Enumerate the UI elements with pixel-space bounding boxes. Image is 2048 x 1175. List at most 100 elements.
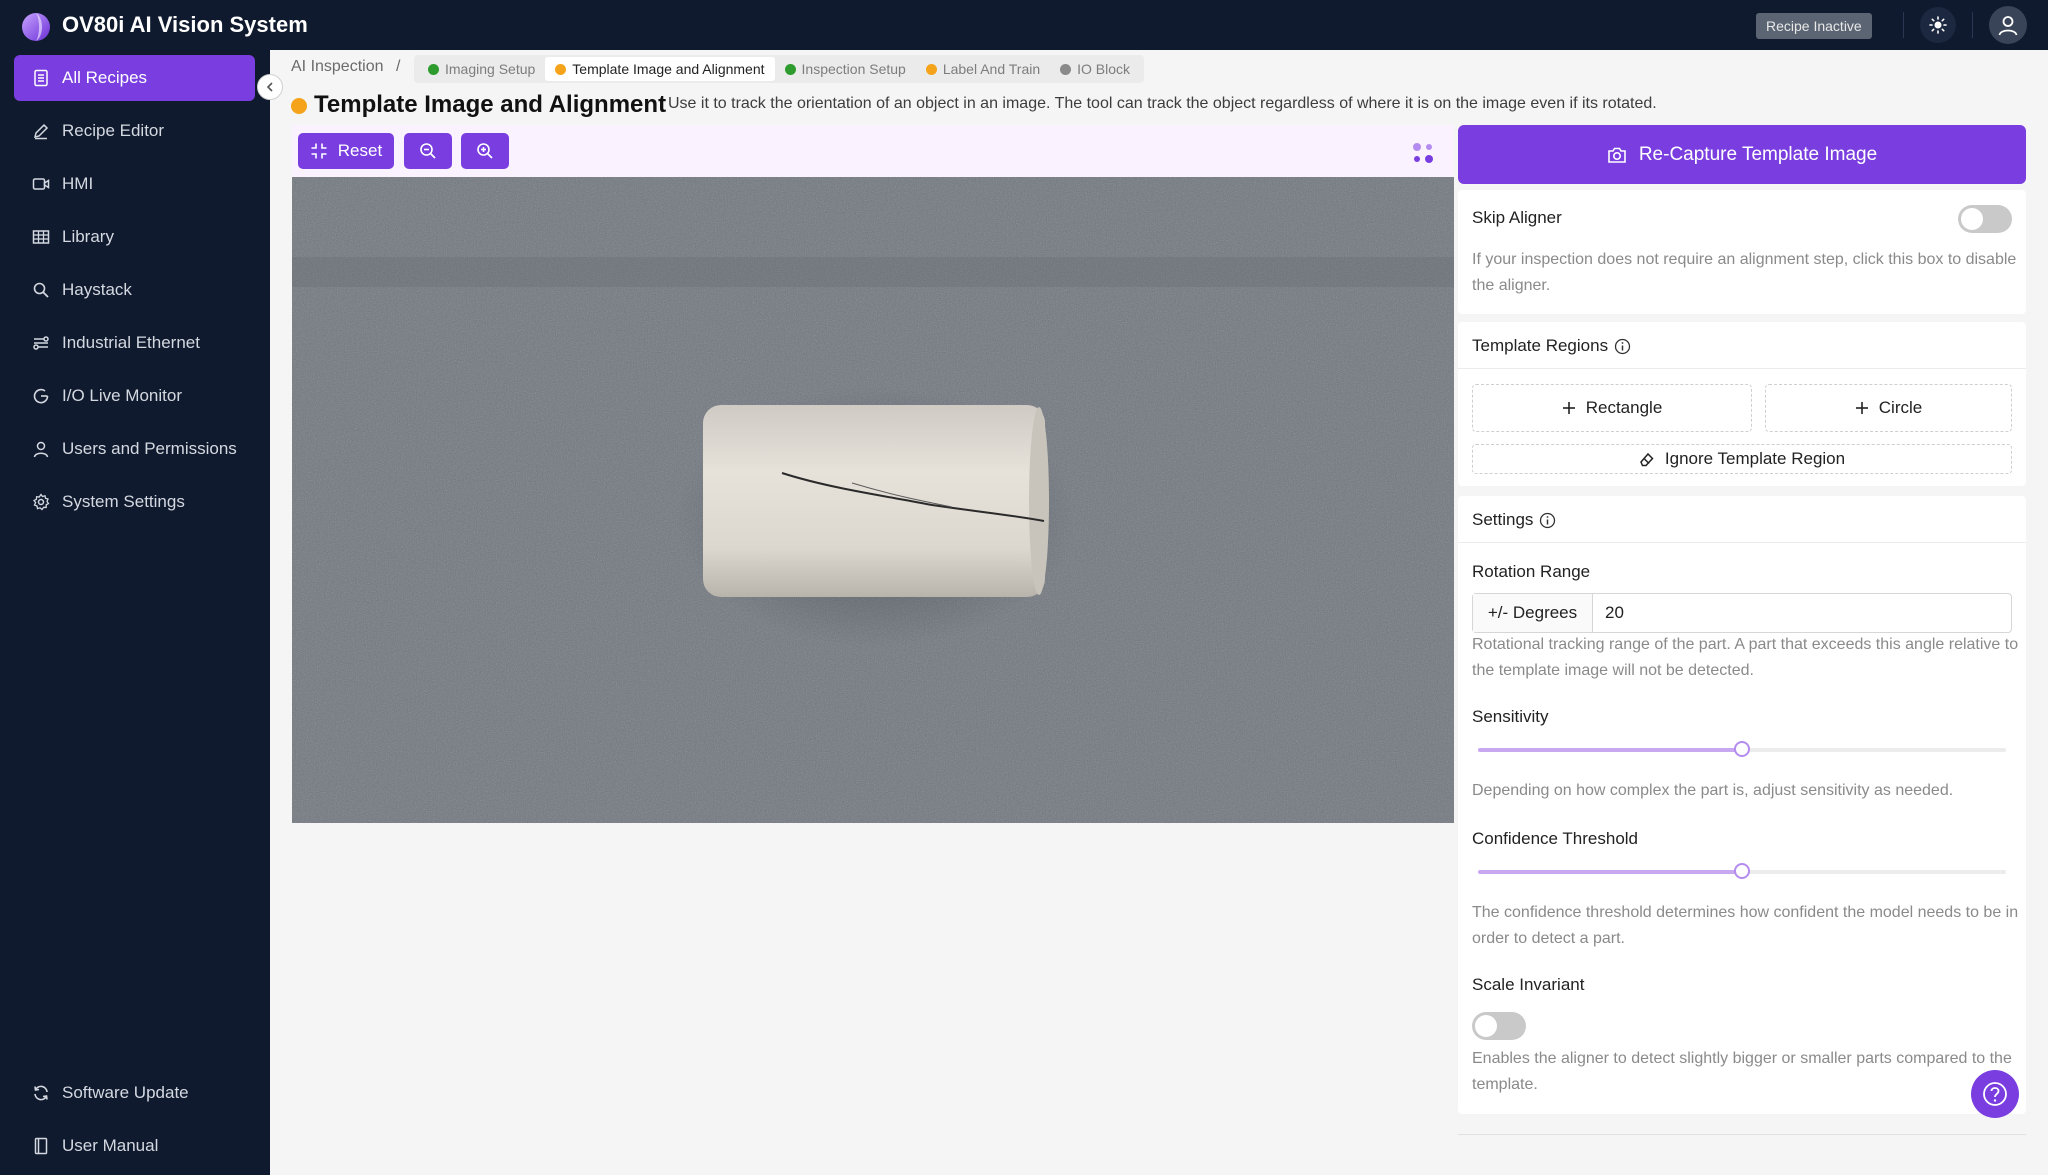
add-circle-button[interactable]: Circle [1765,384,2012,432]
tab-inspection-setup[interactable]: Inspection Setup [775,57,916,81]
sidebar-item-industrial-ethernet[interactable]: Industrial Ethernet [14,320,255,366]
rotation-range-help: Rotational tracking range of the part. A… [1472,636,2019,679]
sidebar-item-label: Software Update [62,1083,189,1102]
dots-icon[interactable] [1410,140,1436,166]
sidebar-collapse-button[interactable] [257,74,283,100]
slider-thumb[interactable] [1734,741,1750,757]
sensitivity-slider[interactable] [1478,741,2006,757]
app-title: OV80i AI Vision System [62,12,308,37]
tab-label: IO Block [1077,61,1131,77]
rotation-range-input[interactable] [1593,594,2011,632]
recipe-status-badge: Recipe Inactive [1756,13,1872,39]
zoom-in-icon [477,143,493,159]
video-icon [32,178,50,190]
page-title: Template Image and Alignment [314,91,667,118]
ignore-template-region-button[interactable]: Ignore Template Region [1472,444,2012,474]
tab-io-block[interactable]: IO Block [1050,57,1140,81]
plus-icon [1855,402,1868,414]
add-rectangle-button[interactable]: Rectangle [1472,384,1752,432]
refresh-icon [34,1085,48,1101]
tab-imaging-setup[interactable]: Imaging Setup [418,57,545,81]
sidebar-item-label: All Recipes [62,68,148,87]
gear-icon [33,493,50,511]
scale-invariant-label: Scale Invariant [1472,975,1585,994]
recapture-template-button[interactable]: Re-Capture Template Image [1458,125,2026,184]
template-image-canvas[interactable] [292,177,1454,823]
breadcrumb-root[interactable]: AI Inspection [291,58,384,75]
sidebar-item-system-settings[interactable]: System Settings [14,479,255,525]
tab-label: Label And Train [942,61,1041,77]
compress-icon [311,143,327,159]
status-dot [784,63,796,75]
settings-title: Settings [1472,510,1534,529]
tab-template-image-and-alignment[interactable]: Template Image and Alignment [545,57,775,81]
info-icon[interactable] [1614,338,1631,355]
degrees-addon: +/- Degrees [1473,594,1593,632]
info-icon[interactable] [1539,512,1556,529]
divider [1458,542,2026,543]
pencil-icon [33,123,49,140]
circle-label: Circle [1878,398,1923,417]
sidebar-item-users-and-permissions[interactable]: Users and Permissions [14,426,255,472]
zoom-in-button[interactable] [461,133,509,169]
user-icon [1998,16,2018,36]
settings-card: Settings Rotation Range +/- Degrees Rota… [1458,496,2026,1114]
sidebar-item-label: HMI [62,174,94,193]
confidence-threshold-label: Confidence Threshold [1472,829,1639,848]
question-icon [1983,1082,2007,1106]
theme-toggle-button[interactable] [1920,7,1956,43]
status-dot [1060,63,1072,75]
skip-aligner-help: If your inspection does not require an a… [1472,251,2017,294]
tab-label-and-train[interactable]: Label And Train [916,57,1050,81]
skip-aligner-card: Skip Aligner If your inspection does not… [1458,190,2026,314]
book-icon [34,1137,48,1155]
rotation-range-input-group: +/- Degrees [1472,593,2012,633]
divider [1972,12,1973,38]
breadcrumb: AI Inspection / [291,58,400,76]
sidebar-item-hmi[interactable]: HMI [14,161,255,207]
tab-label: Template Image and Alignment [572,61,765,77]
app-logo-icon [22,13,50,41]
top-bar: OV80i AI Vision System Recipe Inactive [0,0,2048,50]
divider [1458,368,2026,369]
reset-label: Reset [337,141,383,160]
sidebar-item-label: Industrial Ethernet [62,333,200,352]
user-avatar-button[interactable] [1989,6,2027,44]
scale-invariant-help: Enables the aligner to detect slightly b… [1472,1050,2012,1093]
ignore-template-region-label: Ignore Template Region [1664,449,1846,468]
reset-button[interactable]: Reset [298,133,394,169]
template-regions-title: Template Regions [1472,336,1609,355]
sidebar-item-haystack[interactable]: Haystack [14,267,255,313]
zoom-out-button[interactable] [404,133,452,169]
settings-header: Settings [1472,510,1556,530]
grid-icon [32,230,50,244]
scale-invariant-toggle[interactable] [1472,1012,1526,1040]
sidebar-item-label: I/O Live Monitor [62,386,182,405]
sidebar-item-label: Library [62,227,114,246]
sidebar-item-label: User Manual [62,1136,159,1155]
confidence-threshold-help: The confidence threshold determines how … [1472,904,2019,947]
page-description: Use it to track the orientation of an ob… [668,95,1657,112]
sidebar-item-label: Haystack [62,280,132,299]
sidebar-item-io-live-monitor[interactable]: I/O Live Monitor [14,373,255,419]
slider-thumb[interactable] [1734,863,1750,879]
chevron-left-icon [266,82,273,92]
search-icon [33,282,49,298]
status-dot [925,63,937,75]
help-button[interactable] [1971,1070,2019,1118]
confidence-threshold-slider[interactable] [1478,863,2006,879]
gauge-icon [33,388,49,404]
rectangle-label: Rectangle [1585,398,1663,417]
sidebar: All Recipes Recipe Editor HMI Library Ha… [0,50,270,1175]
network-icon [33,336,49,350]
skip-aligner-toggle[interactable] [1958,205,2012,233]
sidebar-item-label: Users and Permissions [62,439,237,458]
sidebar-item-user-manual[interactable]: User Manual [14,1123,255,1169]
sun-icon [1929,16,1947,34]
tab-label: Inspection Setup [801,61,906,77]
user-icon [33,441,49,458]
sidebar-item-recipe-editor[interactable]: Recipe Editor [14,108,255,154]
sidebar-item-software-update[interactable]: Software Update [14,1070,255,1116]
sidebar-item-library[interactable]: Library [14,214,255,260]
sidebar-item-all-recipes[interactable]: All Recipes [14,55,255,101]
